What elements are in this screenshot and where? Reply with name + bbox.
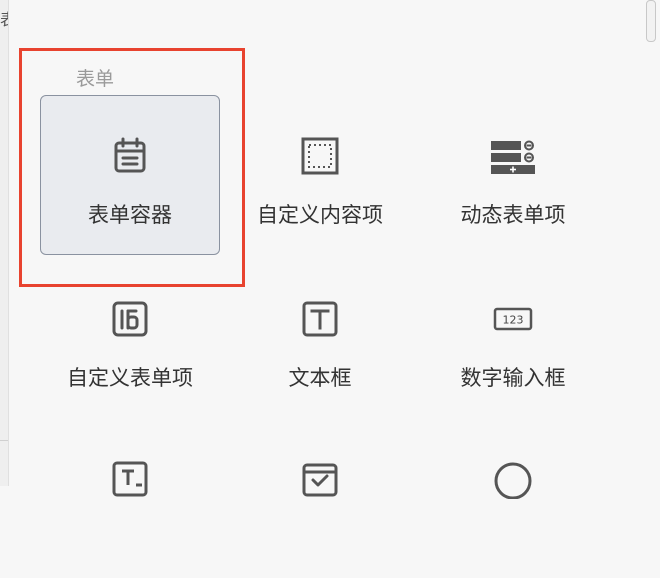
dynamic-list-icon [491,136,535,176]
component-label: 数字输入框 [460,366,566,390]
custom-form-item-icon [110,299,150,339]
date-picker-icon [300,459,340,499]
component-custom-content[interactable]: 自定义内容项 [230,95,410,255]
component-date-picker[interactable] [230,418,410,578]
component-label: 文本框 [288,366,352,390]
left-panel-edge: 表 [0,0,9,486]
radio-icon [493,459,533,499]
number-input-sample-text: 123 [503,314,524,327]
component-label: 自定义表单项 [67,366,193,390]
scrollbar[interactable] [640,0,660,486]
component-label: 动态表单项 [460,203,566,227]
component-text-box[interactable]: 文本框 [230,258,410,418]
component-radio[interactable] [423,418,603,578]
text-area-icon [110,459,150,499]
component-dynamic-form-item[interactable]: 动态表单项 [423,95,603,255]
dashed-square-icon [300,136,340,176]
left-panel-stub-text: 表 [0,6,8,30]
left-panel-divider [0,440,8,441]
component-text-area[interactable] [40,418,220,578]
component-number-input[interactable]: 123 数字输入框 [423,258,603,418]
scrollbar-thumb[interactable] [646,0,656,42]
number-input-icon: 123 [493,299,533,339]
component-label: 自定义内容项 [257,203,383,227]
highlight-annotation-box [19,48,245,287]
text-box-icon [300,299,340,339]
